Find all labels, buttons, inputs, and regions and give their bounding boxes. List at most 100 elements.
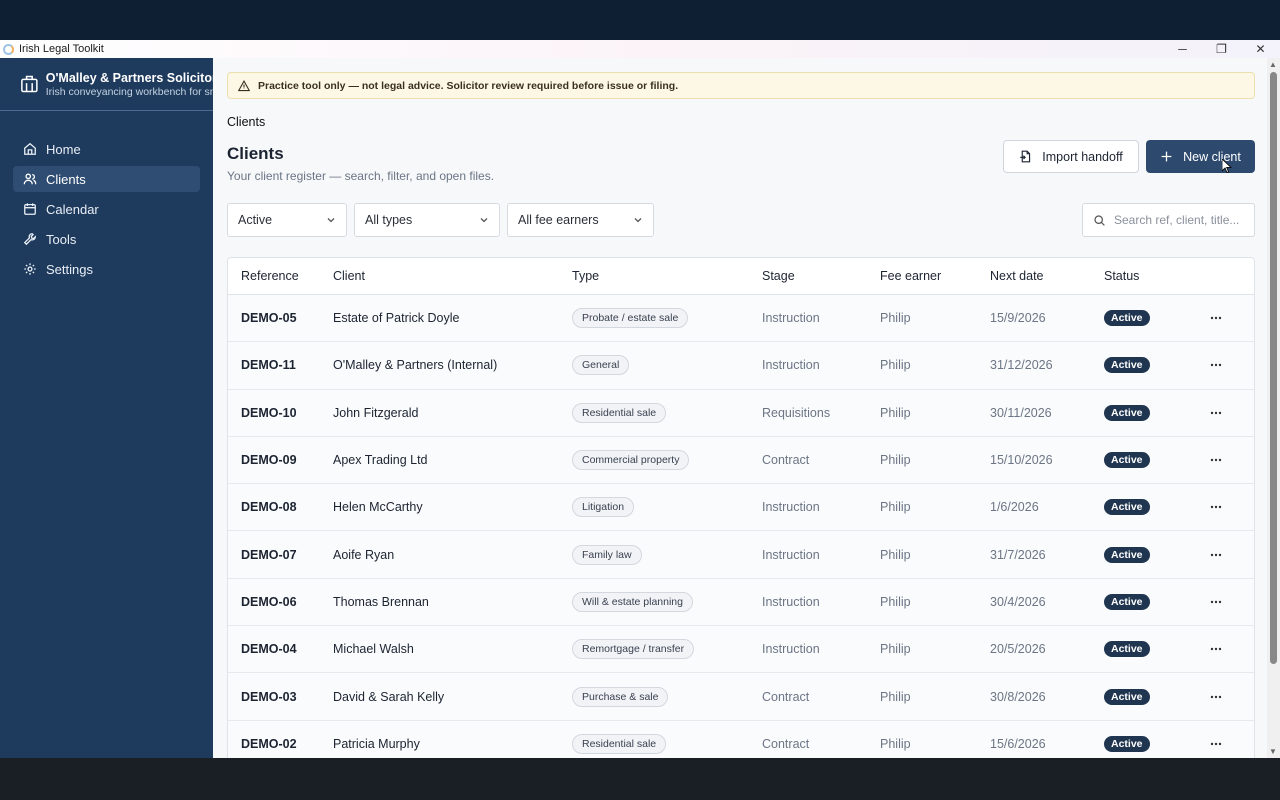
sidebar-item-label: Clients [46, 171, 86, 187]
table-row[interactable]: DEMO-10 John Fitzgerald Residential sale Re… [228, 389, 1254, 437]
cell-fee-earner: Philip [880, 642, 911, 657]
cell-fee-earner: Philip [880, 547, 911, 562]
status-badge: Active [1104, 404, 1150, 421]
cell-next-date: 30/11/2026 [990, 405, 1052, 420]
cell-reference: DEMO-09 [241, 453, 297, 468]
column-status[interactable]: Status [1104, 269, 1196, 283]
sidebar-nav: Home Clients Calendar Tools Settings [0, 136, 213, 282]
close-button[interactable]: ✕ [1241, 40, 1280, 58]
cell-client: Thomas Brennan [333, 594, 429, 609]
row-actions-button[interactable] [1196, 316, 1236, 320]
table-row[interactable]: DEMO-04 Michael Walsh Remortgage / transfe… [228, 626, 1254, 674]
type-filter-select[interactable]: All types [354, 203, 500, 237]
scroll-down-icon[interactable]: ▼ [1269, 747, 1277, 756]
cell-type: Purchase & sale [572, 686, 762, 707]
cell-status: Active [1104, 688, 1196, 705]
cell-stage: Instruction [762, 547, 820, 562]
more-horizontal-icon [1210, 316, 1222, 320]
cell-next-date: 1/6/2026 [990, 500, 1039, 515]
cell-client: Patricia Murphy [333, 736, 420, 751]
cell-status: Active [1104, 641, 1196, 658]
sidebar-item-home[interactable]: Home [13, 136, 200, 162]
cell-status: Active [1104, 593, 1196, 610]
table-row[interactable]: DEMO-05 Estate of Patrick Doyle Probate / … [228, 295, 1254, 343]
file-import-icon [1020, 150, 1031, 163]
status-filter-select[interactable]: Active [227, 203, 347, 237]
more-horizontal-icon [1210, 600, 1222, 604]
cell-fee-earner: Philip [880, 500, 911, 515]
cell-next-date: 30/8/2026 [990, 689, 1046, 704]
new-client-button[interactable]: New client [1146, 140, 1255, 173]
title-bar: Irish Legal Toolkit ─ ❐ ✕ [0, 40, 1280, 58]
mouse-cursor-icon [1222, 159, 1232, 173]
more-horizontal-icon [1210, 553, 1222, 556]
cell-stage: Contract [762, 689, 810, 704]
breadcrumb: Clients [227, 115, 266, 129]
status-badge: Active [1104, 310, 1150, 327]
sidebar-item-settings[interactable]: Settings [13, 256, 200, 282]
maximize-button[interactable]: ❐ [1202, 40, 1241, 58]
wrench-icon [23, 233, 36, 246]
firm-name: O'Malley & Partners Solicitors [45, 70, 213, 85]
row-actions-button[interactable] [1196, 505, 1236, 509]
cell-fee-earner: Philip [880, 689, 911, 704]
table-row[interactable]: DEMO-03 David & Sarah Kelly Purchase & sal… [228, 673, 1254, 721]
column-reference[interactable]: Reference [228, 269, 333, 283]
table-row[interactable]: DEMO-09 Apex Trading Ltd Commercial proper… [228, 436, 1254, 485]
table-row[interactable]: DEMO-07 Aoife Ryan Family law Instruction Ph… [228, 531, 1254, 579]
column-next-date[interactable]: Next date [990, 269, 1104, 283]
cell-next-date: 30/4/2026 [990, 594, 1046, 609]
row-actions-button[interactable] [1196, 600, 1236, 604]
cell-client: Aoife Ryan [333, 547, 395, 562]
table-row[interactable]: DEMO-11 O'Malley & Partners (Internal) Gen… [228, 342, 1254, 390]
column-fee-earner[interactable]: Fee earner [880, 269, 990, 283]
sidebar-item-calendar[interactable]: Calendar [13, 196, 200, 222]
cell-status: Active [1104, 735, 1196, 752]
row-actions-button[interactable] [1196, 363, 1236, 367]
row-actions-button[interactable] [1196, 553, 1236, 557]
cell-status: Active [1104, 357, 1196, 374]
search-input[interactable] [1114, 213, 1254, 227]
table-header: Reference Client Type Stage Fee earner N… [228, 258, 1254, 295]
brand: O'Malley & Partners Solicitors Irish con… [0, 58, 213, 111]
cell-reference: DEMO-06 [241, 594, 297, 609]
app-window: Irish Legal Toolkit ─ ❐ ✕ O'Malley & Par… [0, 40, 1280, 758]
type-chip: Family law [572, 544, 642, 565]
sidebar-item-tools[interactable]: Tools [13, 226, 200, 252]
cell-reference: DEMO-05 [241, 311, 297, 326]
table-row[interactable]: DEMO-08 Helen McCarthy Litigation Instructi… [228, 484, 1254, 532]
type-chip: Residential sale [572, 733, 667, 754]
sidebar-item-label: Home [46, 141, 81, 157]
row-actions-button[interactable] [1196, 695, 1236, 699]
type-chip: Probate / estate sale [572, 308, 689, 329]
table-row[interactable]: DEMO-02 Patricia Murphy Residential sale Co… [228, 720, 1254, 758]
cell-client: Apex Trading Ltd [333, 453, 428, 468]
scroll-thumb[interactable] [1270, 72, 1277, 664]
row-actions-button[interactable] [1196, 411, 1236, 415]
fee-earner-filter-select[interactable]: All fee earners [507, 203, 654, 237]
table-row[interactable]: DEMO-06 Thomas Brennan Will & estate plann… [228, 578, 1254, 627]
minimize-button[interactable]: ─ [1163, 40, 1202, 58]
sidebar-item-clients[interactable]: Clients [13, 166, 200, 192]
chevron-down-icon [327, 218, 335, 223]
row-actions-button[interactable] [1196, 742, 1236, 746]
row-actions-button[interactable] [1196, 458, 1236, 462]
warning-icon [238, 79, 250, 91]
column-type[interactable]: Type [572, 269, 762, 283]
scroll-up-icon[interactable]: ▲ [1269, 60, 1277, 69]
building-icon [21, 75, 38, 93]
more-horizontal-icon [1210, 458, 1222, 462]
cell-type: Residential sale [572, 402, 762, 423]
users-icon [23, 173, 37, 185]
column-client[interactable]: Client [333, 269, 572, 283]
cell-fee-earner: Philip [880, 736, 911, 751]
import-handoff-button[interactable]: Import handoff [1003, 140, 1139, 173]
column-stage[interactable]: Stage [762, 269, 880, 283]
cell-type: General [572, 355, 762, 376]
main-content: Practice tool only — not legal advice. S… [213, 58, 1267, 758]
more-horizontal-icon [1210, 648, 1222, 651]
row-actions-button[interactable] [1196, 647, 1236, 651]
desktop-top-band [0, 0, 1280, 40]
cell-client: Michael Walsh [333, 642, 414, 657]
vertical-scrollbar[interactable]: ▲ ▼ [1267, 58, 1280, 758]
